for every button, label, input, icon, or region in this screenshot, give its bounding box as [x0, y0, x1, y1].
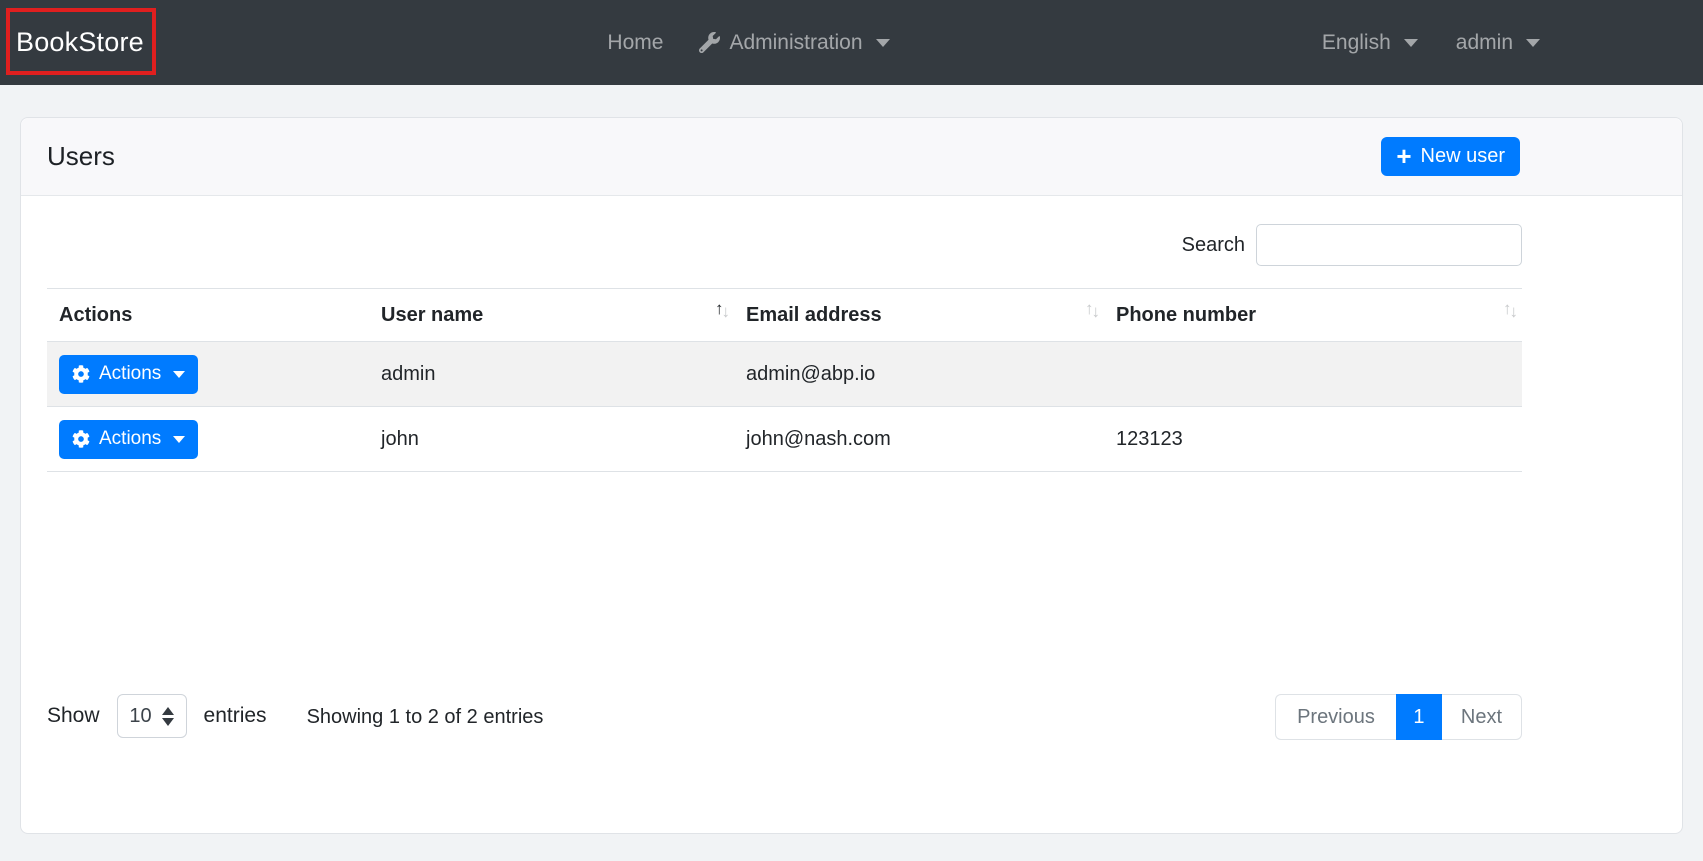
nav-item-administration[interactable]: Administration: [699, 30, 890, 55]
main-nav: Home Administration: [607, 30, 890, 55]
column-header-phone[interactable]: Phone number ↑↓: [1104, 288, 1522, 342]
nav-item-home[interactable]: Home: [607, 31, 663, 55]
card-body: Search Actions User name ↑↓ Email addres…: [21, 196, 1548, 740]
column-header-email[interactable]: Email address ↑↓: [734, 288, 1104, 342]
sort-icon: ↑↓: [1085, 299, 1100, 321]
language-label: English: [1321, 30, 1391, 54]
pagination-page-1-button[interactable]: 1: [1395, 694, 1442, 740]
user-dropdown[interactable]: admin: [1456, 31, 1540, 55]
row-actions-button[interactable]: Actions: [59, 419, 199, 459]
current-user-label: admin: [1455, 30, 1513, 54]
table-row: Actions john john@nash.com 123123: [47, 407, 1522, 472]
actions-button-label: Actions: [99, 363, 162, 384]
chevron-down-icon: [1526, 38, 1540, 47]
phone-cell: 123123: [1116, 427, 1183, 450]
search-input[interactable]: [1256, 224, 1522, 266]
pagination-previous-button[interactable]: Previous: [1275, 694, 1396, 740]
pagination-next-button[interactable]: Next: [1441, 694, 1522, 740]
top-navbar: BookStore Home Administration English ad…: [0, 0, 1703, 85]
show-label: Show: [47, 704, 100, 727]
new-user-button[interactable]: + New user: [1381, 137, 1520, 176]
column-header-username[interactable]: User name ↑↓: [369, 288, 734, 342]
actions-cell: Actions: [47, 342, 369, 407]
page-size-value: 10: [129, 704, 152, 727]
chevron-down-icon: [173, 370, 186, 378]
gear-icon: [72, 430, 90, 448]
brand-bookstore[interactable]: BookStore: [16, 27, 144, 58]
language-dropdown[interactable]: English: [1322, 31, 1418, 55]
chevron-down-icon: [1403, 38, 1418, 47]
table-footer: Show 10 entries Showing 1 to 2 of 2 entr…: [47, 694, 1522, 740]
pagination: Previous 1 Next: [1275, 694, 1522, 740]
wrench-icon: [699, 32, 721, 53]
users-table: Actions User name ↑↓ Email address ↑↓ Ph…: [47, 288, 1522, 472]
column-header-actions: Actions: [47, 288, 369, 342]
email-cell: john@nash.com: [746, 427, 891, 450]
search-label: Search: [1181, 233, 1245, 256]
select-arrows-icon: [161, 706, 174, 726]
brand-container: BookStore: [0, 0, 175, 85]
page-size-group: Show 10 entries: [47, 694, 267, 738]
page-size-select[interactable]: 10: [116, 694, 187, 738]
administration-label: Administration: [729, 30, 863, 54]
entries-info-text: Showing 1 to 2 of 2 entries: [306, 706, 544, 728]
users-card: Users + New user Search Actions User nam…: [20, 117, 1683, 834]
sort-icon: ↑↓: [1503, 299, 1518, 321]
new-user-label: New user: [1420, 145, 1505, 167]
chevron-down-icon: [875, 38, 890, 47]
row-actions-button[interactable]: Actions: [59, 354, 199, 394]
username-cell: john: [381, 427, 419, 450]
username-cell: admin: [381, 362, 436, 385]
page-title: Users: [47, 141, 115, 171]
table-row: Actions admin admin@abp.io: [47, 341, 1522, 407]
actions-button-label: Actions: [99, 428, 162, 449]
sort-icon: ↑↓: [715, 299, 730, 321]
plus-icon: +: [1396, 140, 1412, 171]
card-header: Users + New user: [21, 118, 1682, 196]
search-row: Search: [47, 224, 1522, 266]
navbar-right: English admin: [1322, 31, 1540, 55]
chevron-down-icon: [173, 435, 186, 443]
table-header-row: Actions User name ↑↓ Email address ↑↓ Ph…: [47, 288, 1522, 342]
email-cell: admin@abp.io: [746, 362, 876, 385]
actions-cell: Actions: [47, 407, 369, 472]
entries-label: entries: [203, 704, 267, 727]
home-label: Home: [607, 30, 664, 54]
gear-icon: [72, 365, 90, 383]
phone-cell: [1104, 342, 1522, 407]
